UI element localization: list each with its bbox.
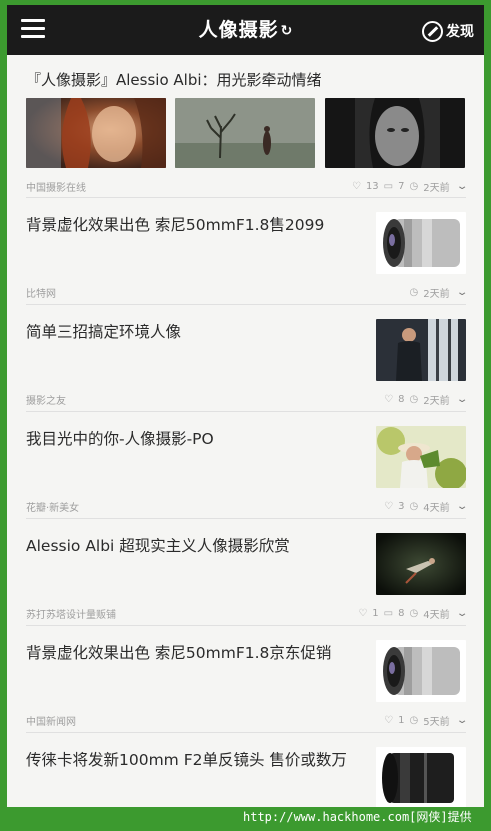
thumbnail-bare-tree-fog bbox=[175, 98, 315, 168]
clock-icon: ◷ bbox=[409, 181, 419, 192]
heart-icon: ♡ bbox=[384, 715, 394, 726]
list-item[interactable]: Alessio Albi 超现实主义人像摄影欣赏 苏打苏塔设计量贩铺 ♡ 1 ▭ 8… bbox=[7, 519, 484, 626]
like-count: 8 bbox=[398, 394, 405, 405]
chevron-down-icon[interactable]: ⌄ bbox=[456, 287, 469, 298]
heart-icon: ♡ bbox=[351, 181, 361, 192]
chevron-down-icon[interactable]: ⌄ bbox=[456, 608, 469, 619]
item-meta: ♡ 1 ◷ 5天前 ⌄ bbox=[384, 713, 469, 728]
thumbnail-dark-floating-figure bbox=[376, 533, 466, 595]
article-title: 『人像摄影』Alessio Albi：用光影牵动情绪 bbox=[26, 71, 322, 89]
thumbnail-portrait-redhead bbox=[26, 98, 166, 168]
time-label: 2天前 bbox=[423, 396, 450, 407]
chevron-down-icon[interactable]: ⌄ bbox=[456, 715, 469, 726]
clock-icon: ◷ bbox=[409, 715, 419, 726]
top-bar: 人像摄影 ↻ 发现 bbox=[7, 5, 484, 55]
article-title: 背景虚化效果出色 索尼50mmF1.8售2099 bbox=[26, 216, 325, 234]
chevron-down-icon[interactable]: ⌄ bbox=[456, 394, 469, 405]
article-title: 背景虚化效果出色 索尼50mmF1.8京东促销 bbox=[26, 644, 332, 662]
item-meta: ♡ 8 ◷ 2天前 ⌄ bbox=[384, 392, 469, 407]
app-screen: 人像摄影 ↻ 发现 『人像摄影』Alessio Albi：用光影牵动情绪 中国摄… bbox=[7, 5, 484, 807]
list-item[interactable]: 背景虚化效果出色 索尼50mmF1.8京东促销 中国新闻网 ♡ 1 ◷ 5天前 ⌄ bbox=[7, 626, 484, 733]
heart-icon: ♡ bbox=[384, 501, 394, 512]
chevron-down-icon[interactable]: ⌄ bbox=[456, 181, 469, 192]
time-label: 2天前 bbox=[423, 183, 450, 194]
article-title: 简单三招搞定环境人像 bbox=[26, 323, 182, 341]
list-item[interactable]: 传徕卡将发新100mm F2单反镜头 售价或数万 bbox=[7, 733, 484, 807]
article-title: 我目光中的你-人像摄影-PO bbox=[26, 430, 214, 448]
article-title: 传徕卡将发新100mm F2单反镜头 售价或数万 bbox=[26, 751, 347, 769]
like-count: 1 bbox=[372, 608, 379, 619]
comment-count: 7 bbox=[398, 181, 405, 192]
item-meta: ♡ 1 ▭ 8 ◷ 4天前 ⌄ bbox=[358, 606, 469, 621]
time-label: 4天前 bbox=[423, 610, 450, 621]
page-title: 人像摄影 bbox=[198, 19, 279, 41]
clock-icon: ◷ bbox=[409, 287, 419, 298]
thumbnail-bw-woman-face bbox=[325, 98, 465, 168]
item-meta: ♡ 13 ▭ 7 ◷ 2天前 ⌄ bbox=[351, 179, 469, 194]
item-meta: ◷ 2天前 ⌄ bbox=[409, 285, 469, 300]
refresh-icon[interactable]: ↻ bbox=[281, 6, 293, 56]
comment-icon: ▭ bbox=[383, 181, 394, 192]
list-item[interactable]: 背景虚化效果出色 索尼50mmF1.8售2099 比特网 ◷ 2天前 ⌄ bbox=[7, 198, 484, 305]
like-count: 1 bbox=[398, 715, 405, 726]
comment-count: 8 bbox=[398, 608, 405, 619]
watermark-text: http://www.hackhome.com[网侠]提供 bbox=[243, 810, 472, 824]
list-item[interactable]: 简单三招搞定环境人像 摄影之友 ♡ 8 ◷ 2天前 ⌄ bbox=[7, 305, 484, 412]
comment-icon: ▭ bbox=[383, 608, 394, 619]
thumbnail-camera-lens bbox=[376, 212, 466, 274]
time-label: 2天前 bbox=[423, 289, 450, 300]
discover-label: 发现 bbox=[446, 24, 474, 40]
thumbnail-camera-lens bbox=[376, 640, 466, 702]
clock-icon: ◷ bbox=[409, 501, 419, 512]
clock-icon: ◷ bbox=[409, 608, 419, 619]
clock-icon: ◷ bbox=[409, 394, 419, 405]
source-label: 中国新闻网 bbox=[26, 717, 76, 728]
discover-button[interactable]: 发现 bbox=[422, 20, 474, 42]
list-item[interactable]: 我目光中的你-人像摄影-PO 花瓣·新美女 ♡ 3 ◷ 4天前 ⌄ bbox=[7, 412, 484, 519]
heart-icon: ♡ bbox=[358, 608, 368, 619]
like-count: 13 bbox=[365, 181, 379, 192]
item-meta: ♡ 3 ◷ 4天前 ⌄ bbox=[384, 499, 469, 514]
thumbnail-man-by-window bbox=[376, 319, 466, 381]
source-label: 中国摄影在线 bbox=[26, 183, 86, 194]
chevron-down-icon[interactable]: ⌄ bbox=[456, 501, 469, 512]
like-count: 3 bbox=[398, 501, 405, 512]
time-label: 4天前 bbox=[423, 503, 450, 514]
compass-icon bbox=[422, 20, 443, 42]
thumbnail-girl-with-hat bbox=[376, 426, 466, 488]
source-label: 比特网 bbox=[26, 289, 56, 300]
heart-icon: ♡ bbox=[384, 394, 394, 405]
list-item[interactable]: 『人像摄影』Alessio Albi：用光影牵动情绪 中国摄影在线 ♡ 13 ▭… bbox=[7, 55, 484, 194]
source-label: 摄影之友 bbox=[26, 396, 66, 407]
source-label: 花瓣·新美女 bbox=[26, 503, 80, 514]
source-label: 苏打苏塔设计量贩铺 bbox=[26, 610, 116, 621]
time-label: 5天前 bbox=[423, 717, 450, 728]
thumbnail-black-lens bbox=[376, 747, 466, 807]
article-title: Alessio Albi 超现实主义人像摄影欣赏 bbox=[26, 537, 290, 555]
